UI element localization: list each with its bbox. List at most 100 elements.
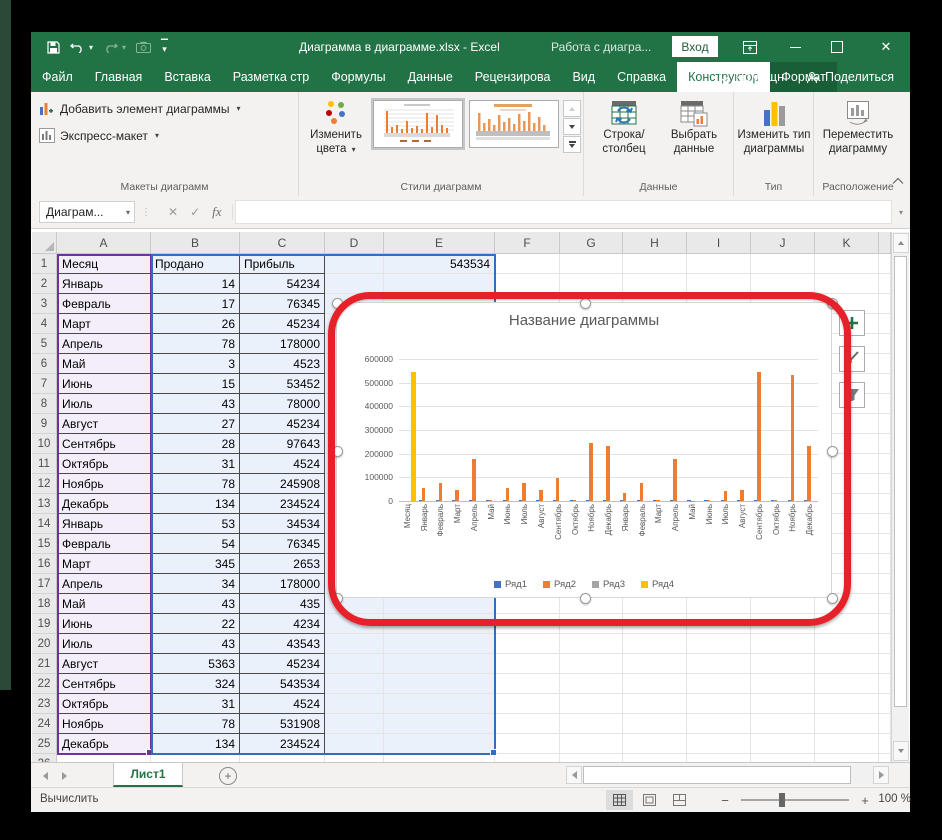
cell-partial-row[interactable] [623, 754, 687, 762]
cell-H20[interactable] [623, 634, 687, 654]
row-header-5[interactable]: 5 [32, 334, 57, 354]
cell-A18[interactable]: Май [57, 594, 151, 614]
cell-partial-17[interactable] [879, 574, 891, 594]
cell-A16[interactable]: Март [57, 554, 151, 574]
cell-C22[interactable]: 543534 [240, 674, 325, 694]
cell-K24[interactable] [815, 714, 879, 734]
cell-D19[interactable] [325, 614, 384, 634]
normal-view-button[interactable] [606, 790, 633, 810]
ribbon-display-options-button[interactable] [736, 35, 764, 59]
tab-Справка[interactable]: Справка [606, 62, 677, 92]
cell-C5[interactable]: 178000 [240, 334, 325, 354]
chart-legend-item-Ряд3[interactable]: Ряд3 [592, 579, 625, 590]
cell-partial-22[interactable] [879, 674, 891, 694]
tab-Главная[interactable]: Главная [84, 62, 154, 92]
cell-B18[interactable]: 43 [151, 594, 240, 614]
cell-A23[interactable]: Октябрь [57, 694, 151, 714]
chart-title[interactable]: Название диаграммы [337, 312, 831, 329]
share-button[interactable]: Поделиться [798, 70, 902, 84]
cell-A15[interactable]: Февраль [57, 534, 151, 554]
cell-C1[interactable]: Прибыль [240, 254, 325, 274]
row-header-16[interactable]: 16 [32, 554, 57, 574]
cell-A3[interactable]: Февраль [57, 294, 151, 314]
cell-C16[interactable]: 2653 [240, 554, 325, 574]
cell-G24[interactable] [560, 714, 623, 734]
cell-G2[interactable] [560, 274, 623, 294]
chart-legend[interactable]: Ряд1Ряд2Ряд3Ряд4 [337, 579, 831, 590]
cell-B13[interactable]: 134 [151, 494, 240, 514]
chart-resize-handle-bottom-left[interactable] [332, 593, 343, 604]
cell-D20[interactable] [325, 634, 384, 654]
chart-bar-Ряд2[interactable] [740, 490, 744, 501]
chart-bar-Ряд2[interactable] [506, 488, 510, 501]
cell-C24[interactable]: 531908 [240, 714, 325, 734]
chart-bar-Ряд2[interactable] [522, 483, 526, 502]
row-header-17[interactable]: 17 [32, 574, 57, 594]
tab-Данные[interactable]: Данные [397, 62, 464, 92]
cell-E22[interactable] [384, 674, 495, 694]
cell-partial-14[interactable] [879, 514, 891, 534]
cell-H1[interactable] [623, 254, 687, 274]
cell-B15[interactable]: 54 [151, 534, 240, 554]
select-data-button[interactable]: Выбрать данные [662, 98, 726, 157]
sign-in-button[interactable]: Вход [672, 36, 718, 57]
cell-F20[interactable] [495, 634, 560, 654]
tab-Вид[interactable]: Вид [561, 62, 606, 92]
chart-style-thumbnail-2[interactable] [469, 100, 559, 148]
cell-B22[interactable]: 324 [151, 674, 240, 694]
chart-legend-item-Ряд4[interactable]: Ряд4 [641, 579, 674, 590]
cell-A14[interactable]: Январь [57, 514, 151, 534]
cell-partial-3[interactable] [879, 294, 891, 314]
scroll-up-button[interactable] [893, 233, 909, 253]
move-chart-button[interactable]: Переместить диаграмму [816, 98, 900, 157]
cell-E24[interactable] [384, 714, 495, 734]
cell-C11[interactable]: 4524 [240, 454, 325, 474]
chart-resize-handle-middle-right[interactable] [827, 446, 838, 457]
cell-G23[interactable] [560, 694, 623, 714]
page-break-preview-button[interactable] [666, 790, 693, 810]
cell-J24[interactable] [751, 714, 815, 734]
cell-E23[interactable] [384, 694, 495, 714]
column-header-partial[interactable] [879, 232, 891, 254]
cell-E2[interactable] [384, 274, 495, 294]
chart-bar-Ряд2[interactable] [757, 372, 761, 501]
cell-B9[interactable]: 27 [151, 414, 240, 434]
chart-styles-button[interactable] [839, 346, 865, 372]
chart-bar-Ряд2[interactable] [472, 459, 476, 501]
cell-F24[interactable] [495, 714, 560, 734]
cell-B17[interactable]: 34 [151, 574, 240, 594]
cell-H22[interactable] [623, 674, 687, 694]
cell-A11[interactable]: Октябрь [57, 454, 151, 474]
cell-A4[interactable]: Март [57, 314, 151, 334]
cell-E25[interactable] [384, 734, 495, 754]
chart-style-thumbnail-1[interactable] [373, 100, 463, 148]
cell-A13[interactable]: Декабрь [57, 494, 151, 514]
cell-I22[interactable] [687, 674, 751, 694]
cell-partial-18[interactable] [879, 594, 891, 614]
cell-C9[interactable]: 45234 [240, 414, 325, 434]
cell-partial-row[interactable] [151, 754, 240, 762]
cell-F23[interactable] [495, 694, 560, 714]
cell-B14[interactable]: 53 [151, 514, 240, 534]
chart-resize-handle-top-right[interactable] [827, 298, 838, 309]
cell-J25[interactable] [751, 734, 815, 754]
cell-partial-row[interactable] [495, 754, 560, 762]
cell-partial-9[interactable] [879, 414, 891, 434]
chart-bar-Ряд2[interactable] [807, 446, 811, 502]
cell-partial-4[interactable] [879, 314, 891, 334]
column-header-I[interactable]: I [687, 232, 751, 254]
cell-K20[interactable] [815, 634, 879, 654]
scroll-right-button[interactable] [873, 766, 889, 784]
cell-B4[interactable]: 26 [151, 314, 240, 334]
cell-H19[interactable] [623, 614, 687, 634]
row-header-15[interactable]: 15 [32, 534, 57, 554]
undo-button[interactable]: ▾ [70, 41, 93, 53]
cell-A21[interactable]: Август [57, 654, 151, 674]
cell-B16[interactable]: 345 [151, 554, 240, 574]
cell-partial-2[interactable] [879, 274, 891, 294]
cell-A1[interactable]: Месяц [57, 254, 151, 274]
redo-button[interactable]: ▾ [103, 41, 126, 53]
cell-partial-6[interactable] [879, 354, 891, 374]
cell-A19[interactable]: Июнь [57, 614, 151, 634]
row-header-18[interactable]: 18 [32, 594, 57, 614]
